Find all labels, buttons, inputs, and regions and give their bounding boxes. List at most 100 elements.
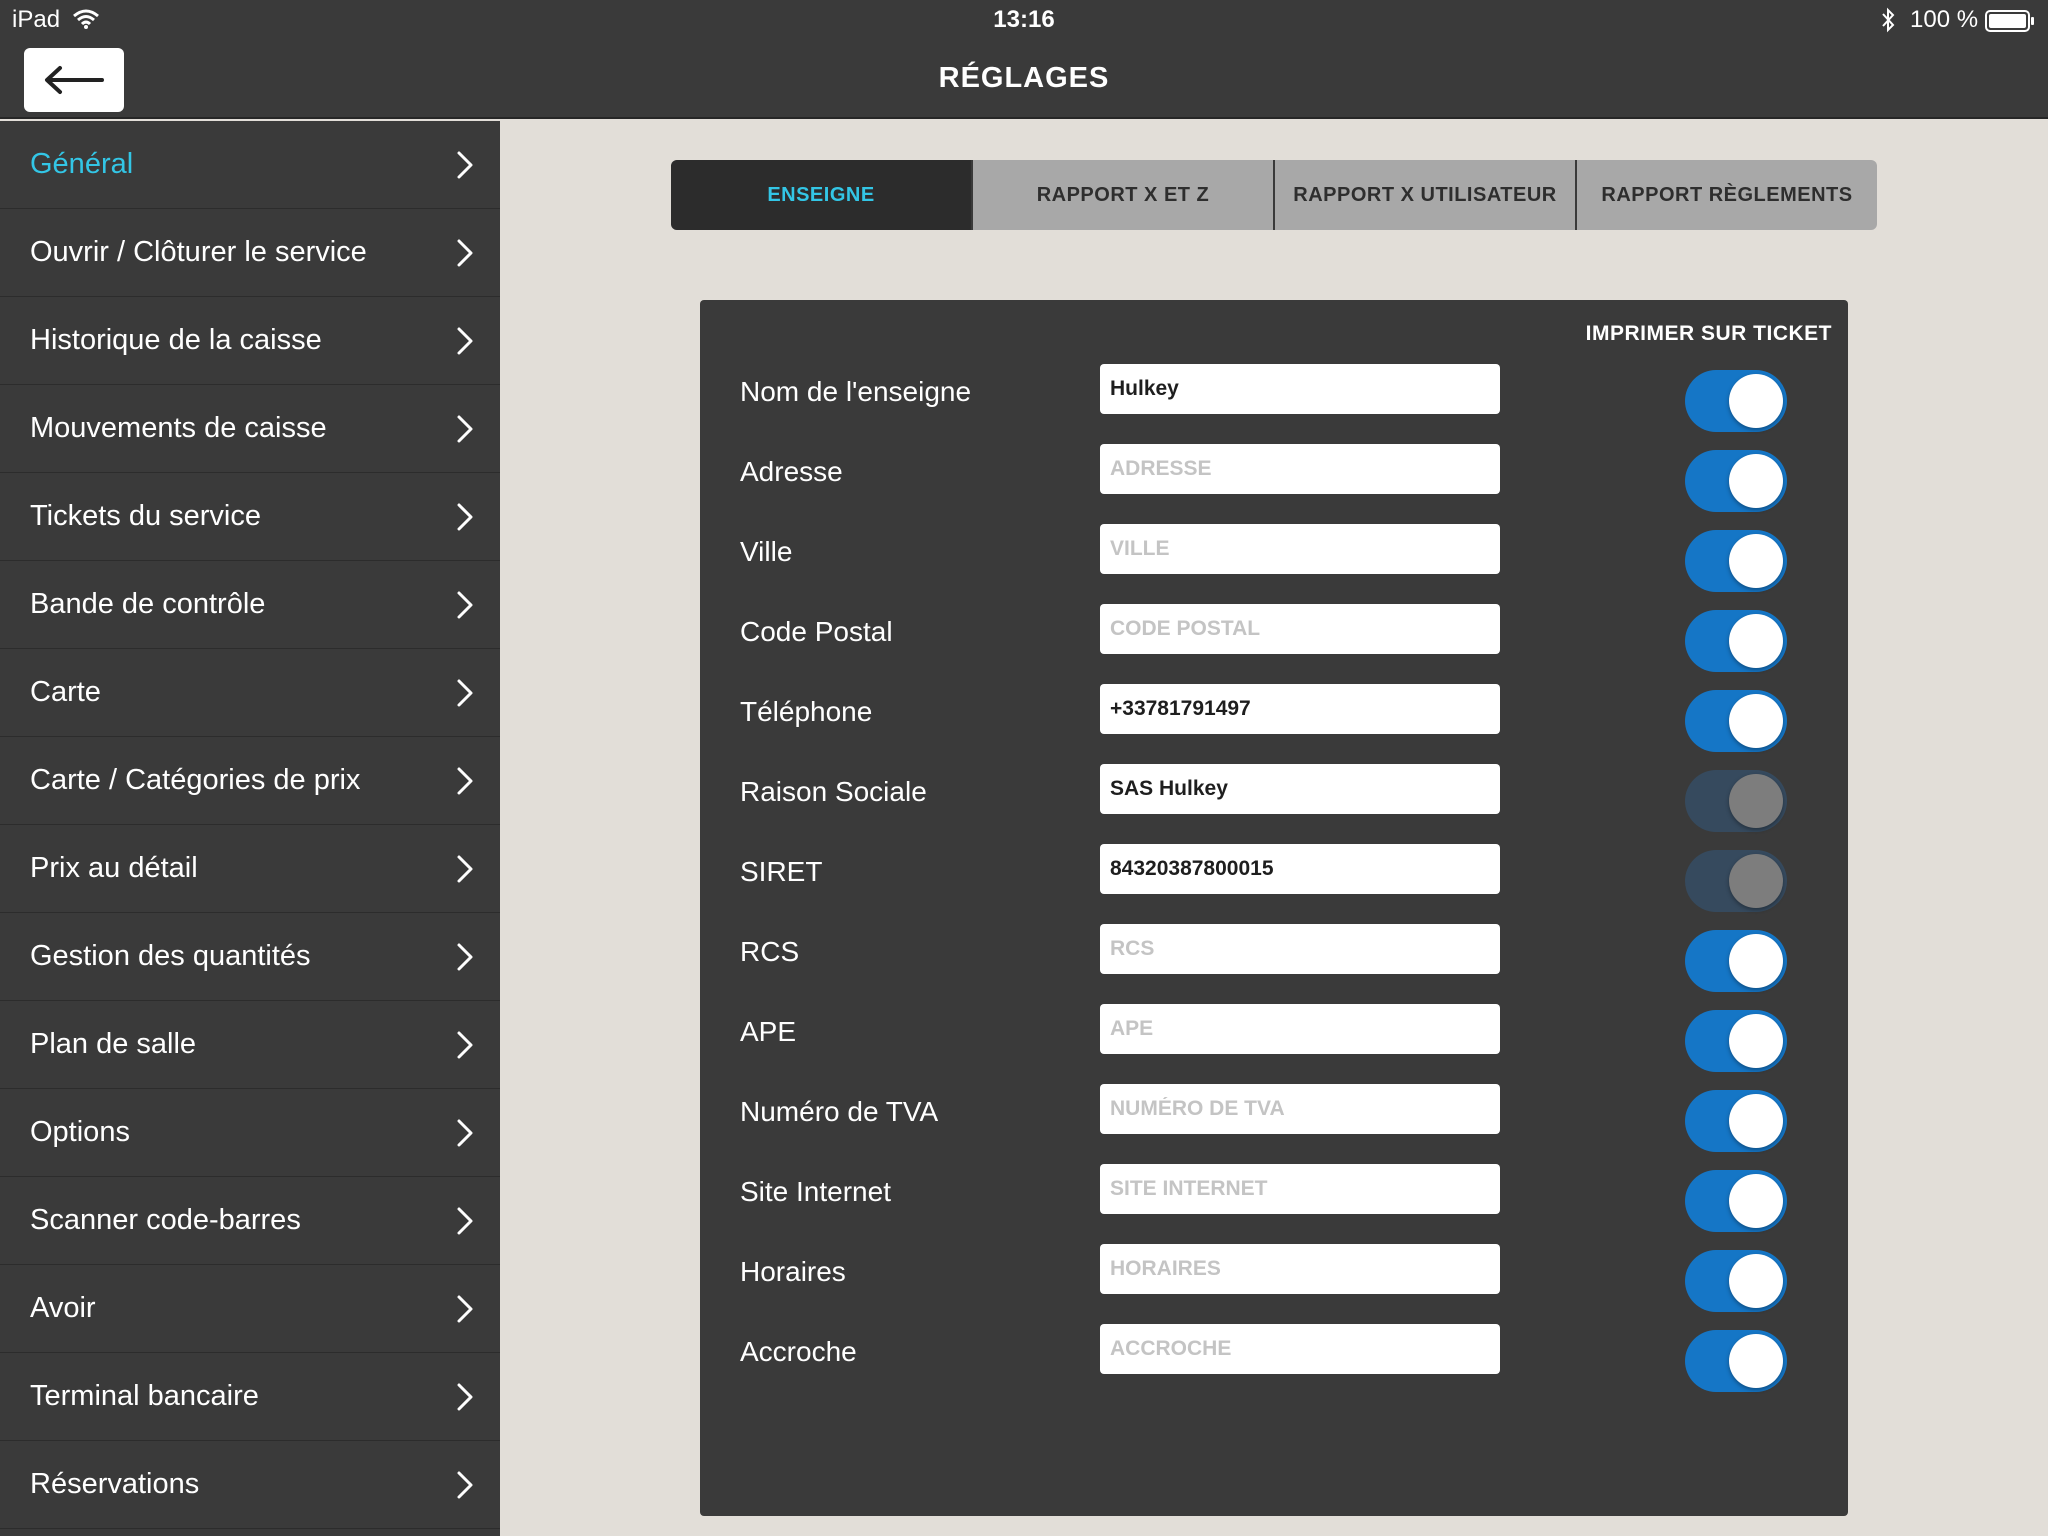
chevron-right-icon xyxy=(457,415,473,442)
sidebar-item[interactable]: Historique de la caisse xyxy=(0,297,500,385)
sidebar-item[interactable]: Terminal bancaire xyxy=(0,1353,500,1441)
form-row: Accroche xyxy=(700,1324,1848,1392)
print-toggle[interactable] xyxy=(1685,690,1787,752)
tab[interactable]: RAPPORT X UTILISATEUR xyxy=(1273,160,1575,230)
sidebar-item-label: Réservations xyxy=(30,1468,200,1500)
field-label: Téléphone xyxy=(740,696,873,727)
tab[interactable]: RAPPORT X ET Z xyxy=(971,160,1273,230)
field-label: RCS xyxy=(740,936,800,967)
form-row: Site Internet xyxy=(700,1164,1848,1232)
field-input[interactable] xyxy=(1100,444,1500,494)
chevron-right-icon xyxy=(457,1295,473,1322)
chevron-right-icon xyxy=(457,767,473,794)
field-input[interactable] xyxy=(1100,1324,1500,1374)
field-label: APE xyxy=(740,1016,797,1047)
print-on-ticket-header: IMPRIMER SUR TICKET xyxy=(1585,322,1832,345)
field-input[interactable] xyxy=(1100,764,1500,814)
toggle-knob xyxy=(1729,534,1783,588)
toggle-knob xyxy=(1729,614,1783,668)
sidebar-item-label: Historique de la caisse xyxy=(30,324,322,356)
print-toggle[interactable] xyxy=(1685,1170,1787,1232)
sidebar-item[interactable]: Options xyxy=(0,1089,500,1177)
sidebar-item-label: Bande de contrôle xyxy=(30,588,266,620)
print-toggle[interactable] xyxy=(1685,770,1787,832)
field-label: Numéro de TVA xyxy=(740,1096,939,1127)
toggle-knob xyxy=(1729,374,1783,428)
sidebar-item[interactable]: Carte / Catégories de prix xyxy=(0,737,500,825)
toggle-knob xyxy=(1729,1094,1783,1148)
form-row: RCS xyxy=(700,924,1848,992)
print-toggle[interactable] xyxy=(1685,850,1787,912)
sidebar-item-label: Plan de salle xyxy=(30,1028,197,1060)
chevron-right-icon xyxy=(457,591,473,618)
sidebar-item[interactable]: Bande de contrôle xyxy=(0,561,500,649)
toggle-knob xyxy=(1729,854,1783,908)
print-toggle[interactable] xyxy=(1685,930,1787,992)
sidebar-item[interactable]: Plan de salle xyxy=(0,1001,500,1089)
field-input[interactable] xyxy=(1100,604,1500,654)
field-label: Ville xyxy=(740,536,793,567)
sidebar-item[interactable]: Prix au détail xyxy=(0,825,500,913)
toggle-knob xyxy=(1729,454,1783,508)
field-input[interactable] xyxy=(1100,1244,1500,1294)
field-input[interactable] xyxy=(1100,1084,1500,1134)
sidebar-item[interactable]: Tickets du service xyxy=(0,473,500,561)
chevron-right-icon xyxy=(457,327,473,354)
battery-percentage: 100 % xyxy=(1910,6,1979,33)
print-toggle[interactable] xyxy=(1685,1250,1787,1312)
form-row: Ville xyxy=(700,524,1848,592)
chevron-right-icon xyxy=(457,1207,473,1234)
sidebar-item[interactable]: Mouvements de caisse xyxy=(0,385,500,473)
print-toggle[interactable] xyxy=(1685,610,1787,672)
field-label: Site Internet xyxy=(740,1176,891,1207)
form-row: Numéro de TVA xyxy=(700,1084,1848,1152)
chevron-right-icon xyxy=(457,1119,473,1146)
top-bar: iPad 13:16 100 % RÉGLAGES xyxy=(0,0,2048,119)
print-toggle[interactable] xyxy=(1685,1330,1787,1392)
print-toggle[interactable] xyxy=(1685,530,1787,592)
sidebar-item[interactable]: Réservations xyxy=(0,1441,500,1529)
print-toggle[interactable] xyxy=(1685,1010,1787,1072)
field-input[interactable] xyxy=(1100,684,1500,734)
sidebar-item-label: Terminal bancaire xyxy=(30,1380,259,1412)
tab[interactable]: RAPPORT RÈGLEMENTS xyxy=(1575,160,1877,230)
sidebar-item-label: Prix au détail xyxy=(30,852,198,884)
sidebar-item[interactable]: Ouvrir / Clôturer le service xyxy=(0,209,500,297)
toggle-knob xyxy=(1729,934,1783,988)
sidebar-item-label: Options xyxy=(30,1116,130,1148)
field-input[interactable] xyxy=(1100,844,1500,894)
chevron-right-icon xyxy=(457,151,473,178)
chevron-right-icon xyxy=(457,239,473,266)
field-input[interactable] xyxy=(1100,1164,1500,1214)
field-label: Code Postal xyxy=(740,616,893,647)
chevron-right-icon xyxy=(457,1031,473,1058)
toggle-knob xyxy=(1729,774,1783,828)
field-label: Horaires xyxy=(740,1256,846,1287)
sidebar-item-label: Scanner code-barres xyxy=(30,1204,301,1236)
sidebar-item[interactable]: Avoir xyxy=(0,1265,500,1353)
field-label: Accroche xyxy=(740,1336,857,1367)
tab[interactable]: ENSEIGNE xyxy=(671,160,971,230)
sidebar-item[interactable]: Gestion des quantités xyxy=(0,913,500,1001)
field-input[interactable] xyxy=(1100,364,1500,414)
print-toggle[interactable] xyxy=(1685,450,1787,512)
chevron-right-icon xyxy=(457,679,473,706)
print-toggle[interactable] xyxy=(1685,370,1787,432)
field-input[interactable] xyxy=(1100,524,1500,574)
sidebar-item[interactable]: Scanner code-barres xyxy=(0,1177,500,1265)
sidebar-item-label: Ouvrir / Clôturer le service xyxy=(30,236,367,268)
field-input[interactable] xyxy=(1100,924,1500,974)
field-label: Adresse xyxy=(740,456,843,487)
sidebar-item-label: Tickets du service xyxy=(30,500,261,532)
print-toggle[interactable] xyxy=(1685,1090,1787,1152)
toggle-knob xyxy=(1729,1014,1783,1068)
sidebar-item-label: Avoir xyxy=(30,1292,96,1324)
sidebar-item[interactable]: Carte xyxy=(0,649,500,737)
chevron-right-icon xyxy=(457,1471,473,1498)
sidebar: Général Ouvrir / Clôturer le service Histo… xyxy=(0,121,500,1536)
tab-bar: ENSEIGNE RAPPORT X ET Z RAPPORT X UTILISAT… xyxy=(671,160,1877,230)
sidebar-item[interactable]: Général xyxy=(0,121,500,209)
settings-panel: IMPRIMER SUR TICKET Nom de l'enseigne Adr… xyxy=(700,300,1848,1516)
field-input[interactable] xyxy=(1100,1004,1500,1054)
sidebar-item-label: Mouvements de caisse xyxy=(30,412,327,444)
